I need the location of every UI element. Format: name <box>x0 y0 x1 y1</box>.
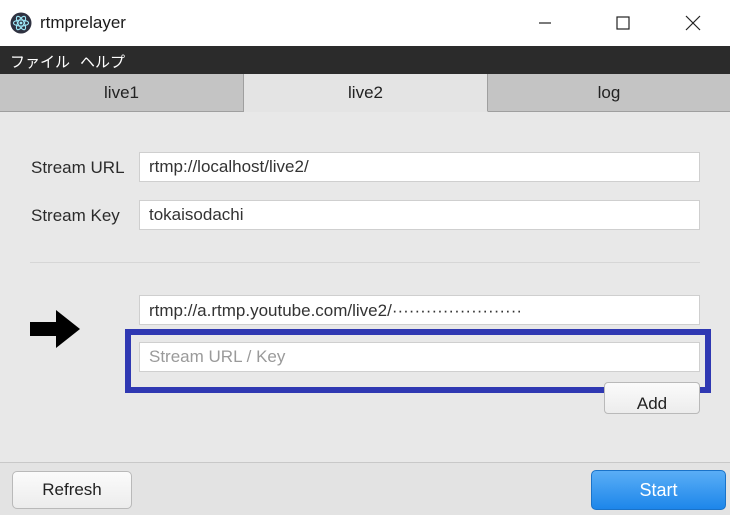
tab-bar: live1 live2 log <box>0 74 730 112</box>
window-title: rtmprelayer <box>40 13 126 32</box>
tab-content-live2: Stream URL Stream Key rtmp://a.rtmp.yout… <box>0 112 730 462</box>
stream-url-input[interactable] <box>139 152 700 182</box>
close-icon <box>685 15 701 31</box>
tab-live2[interactable]: live2 <box>244 74 488 112</box>
menu-help[interactable]: ヘルプ <box>80 51 125 72</box>
minimize-button[interactable] <box>514 0 576 46</box>
maximize-icon <box>616 16 630 30</box>
menu-bar: ファイル ヘルプ <box>0 46 730 74</box>
minimize-icon <box>539 22 551 24</box>
stream-key-input[interactable] <box>139 200 700 230</box>
tab-live1[interactable]: live1 <box>0 74 244 112</box>
refresh-button[interactable]: Refresh <box>12 471 132 509</box>
title-bar: rtmprelayer <box>0 0 730 46</box>
electron-atom-icon <box>10 12 32 34</box>
close-button[interactable] <box>662 0 724 46</box>
section-divider <box>30 262 700 263</box>
stream-url-label: Stream URL <box>31 158 125 177</box>
tab-log[interactable]: log <box>488 74 730 112</box>
new-destination-input[interactable] <box>139 342 700 372</box>
destination-item[interactable]: rtmp://a.rtmp.youtube.com/live2/········… <box>139 295 700 325</box>
start-button[interactable]: Start <box>591 470 726 510</box>
add-button[interactable]: Add <box>604 382 700 414</box>
maximize-button[interactable] <box>592 0 654 46</box>
stream-key-label: Stream Key <box>31 206 120 225</box>
menu-file[interactable]: ファイル <box>10 51 70 72</box>
footer-bar: Refresh Start <box>0 462 730 515</box>
arrow-right-icon <box>30 310 80 348</box>
